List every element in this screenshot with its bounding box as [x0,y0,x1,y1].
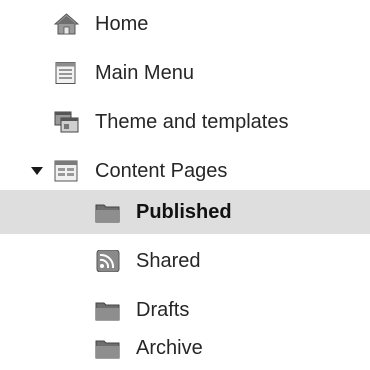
tree-item-label: Shared [136,250,201,272]
tree-item-label: Archive [136,337,203,359]
tree-item-shared[interactable]: Shared [0,239,370,283]
page-tree: Home Main Menu Theme and templates Conte… [0,0,370,370]
tree-item-label: Published [136,201,232,223]
expand-caret-icon[interactable] [31,167,43,175]
tree-item-main-menu[interactable]: Main Menu [0,51,370,95]
tree-item-label: Drafts [136,299,190,321]
folder-icon [95,340,120,359]
tree-item-label: Main Menu [95,62,194,84]
tree-item-theme-templates[interactable]: Theme and templates [0,100,370,144]
rss-feed-icon [96,250,120,272]
tree-item-label: Theme and templates [95,111,289,133]
folder-icon [95,302,120,321]
home-icon [54,13,79,35]
folder-icon [95,204,120,223]
tree-item-home[interactable]: Home [0,2,370,46]
tree-item-content-pages[interactable]: Content Pages [0,149,370,193]
tree-item-label: Content Pages [95,160,228,182]
menu-document-icon [55,62,76,84]
tree-item-archive[interactable]: Archive [0,326,370,370]
tree-item-published[interactable]: Published [0,190,370,234]
theme-templates-icon [54,111,79,133]
tree-item-label: Home [95,13,149,35]
content-pages-icon [54,160,78,182]
